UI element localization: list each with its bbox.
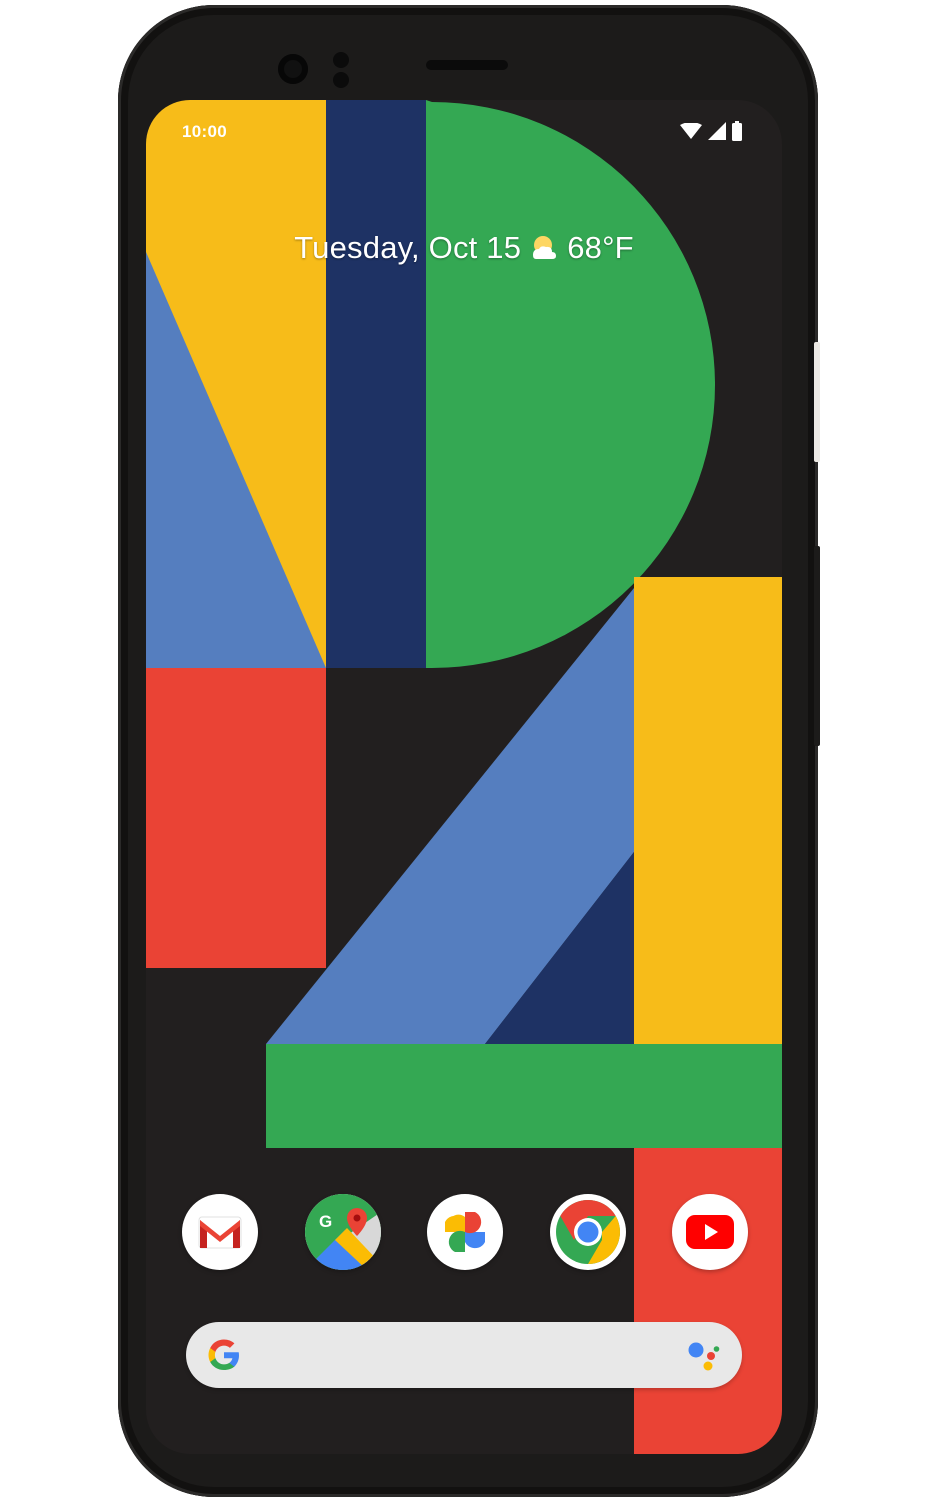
svg-text:G: G	[319, 1212, 332, 1231]
battery-icon	[732, 121, 742, 141]
chrome-app[interactable]	[549, 1194, 626, 1270]
google-assistant-icon[interactable]	[686, 1339, 720, 1371]
gmail-icon	[198, 1216, 242, 1249]
chrome-icon	[555, 1200, 620, 1264]
at-a-glance-widget[interactable]: Tuesday, Oct 15 68°F	[146, 230, 782, 266]
maps-app[interactable]: G	[304, 1194, 381, 1270]
app-dock: G	[182, 1194, 748, 1270]
google-search-bar[interactable]	[186, 1322, 742, 1388]
face-unlock-sensor	[333, 72, 349, 88]
proximity-sensor	[333, 52, 349, 68]
wifi-icon	[680, 123, 702, 139]
power-button[interactable]	[814, 342, 820, 462]
photos-pinwheel-icon	[445, 1212, 485, 1252]
signal-icon	[708, 122, 726, 140]
date-text: Tuesday, Oct 15	[294, 230, 522, 265]
temperature-text: 68°F	[567, 230, 634, 265]
earpiece-speaker	[426, 60, 508, 70]
wallpaper-yellow-right	[634, 577, 782, 1045]
wallpaper-red-block	[146, 668, 326, 968]
gmail-app[interactable]	[182, 1194, 258, 1270]
front-camera	[278, 54, 308, 84]
home-screen: 10:00 Tuesday, Oct 15 68°F G	[146, 100, 782, 1454]
wallpaper-green-bar	[266, 1044, 782, 1148]
wallpaper-navy-stripe	[326, 100, 426, 668]
volume-rocker[interactable]	[814, 546, 820, 746]
youtube-icon	[686, 1215, 734, 1249]
status-time: 10:00	[182, 122, 227, 141]
youtube-app[interactable]	[672, 1194, 748, 1270]
partly-sunny-icon	[533, 236, 557, 259]
google-g-icon	[208, 1339, 239, 1370]
status-icons	[680, 120, 742, 142]
photos-app[interactable]	[427, 1194, 503, 1270]
maps-icon: G	[304, 1194, 381, 1270]
